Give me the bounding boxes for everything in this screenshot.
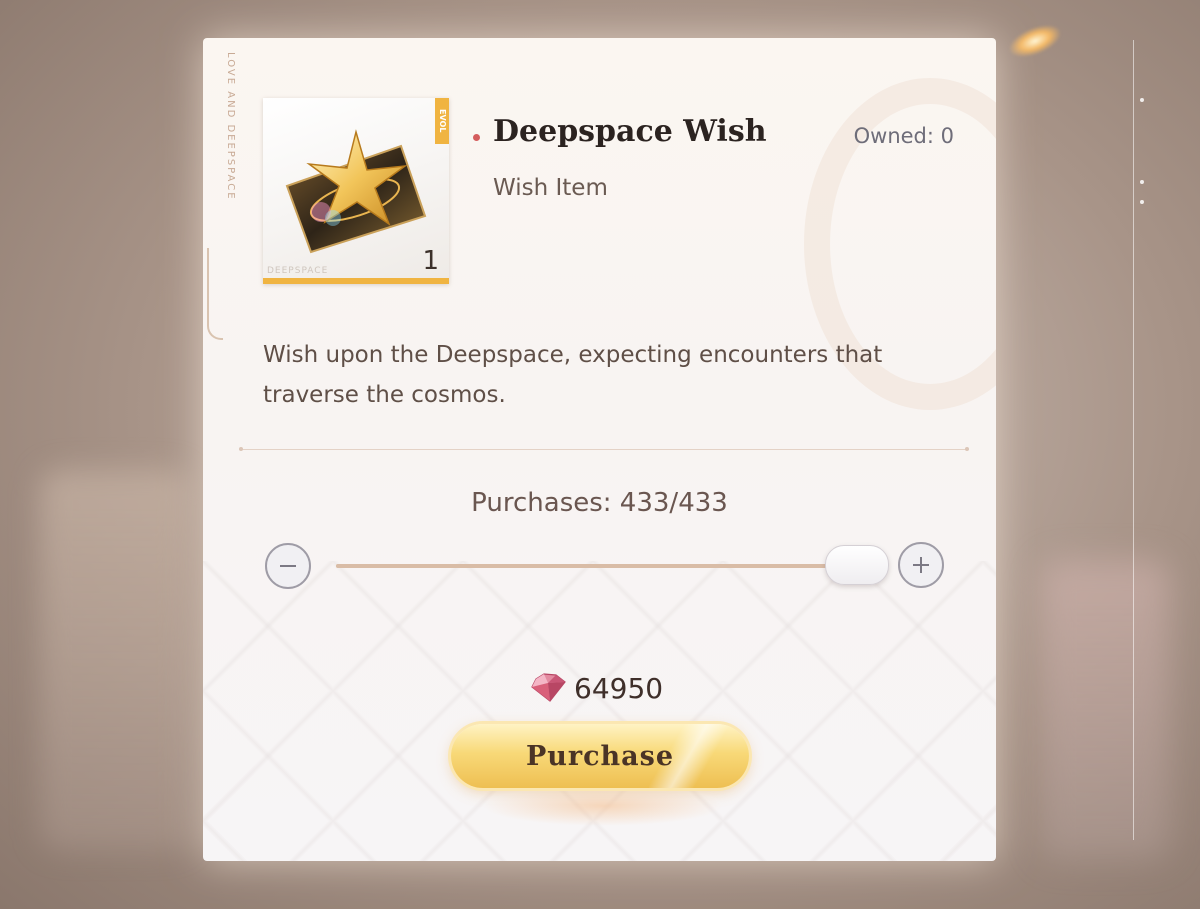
item-title: Deepspace Wish [493,114,767,149]
side-brand-text: LOVE AND DEEPSPACE [225,52,236,201]
decrease-quantity-button[interactable] [265,543,311,589]
background-dot [1140,180,1144,184]
plus-icon [913,557,929,573]
evol-tag: EVOL [435,98,449,144]
price-value: 64950 [574,671,664,705]
section-divider [239,447,969,451]
purchases-label: Purchases: 433/433 [471,488,728,518]
background-dot [1140,200,1144,204]
background-divider-line [1133,40,1134,840]
increase-quantity-button[interactable] [898,542,944,588]
background-dot [1140,98,1144,102]
minus-icon [280,565,296,567]
rarity-stripe [263,278,449,284]
diamond-gem-icon [531,673,566,702]
quantity-slider[interactable] [336,564,856,568]
card-brand-text: DEEPSPACE [267,266,329,276]
price-display: 64950 [530,668,663,708]
purchase-button-label: Purchase [525,740,675,772]
item-type: Wish Item [493,175,608,201]
sparkle-effect [1005,18,1065,64]
item-count: 1 [422,246,439,276]
item-description: Wish upon the Deepspace, expecting encou… [263,342,883,408]
side-bracket-decoration [207,248,223,340]
purchase-button[interactable]: Purchase [451,724,749,788]
purchase-dialog: LOVE AND DEEPSPACE EVOL DEEPSPACE 1 Deep… [203,38,996,861]
slider-thumb[interactable] [825,545,889,585]
owned-count: Owned: 0 [853,124,954,148]
item-card: EVOL DEEPSPACE 1 [263,98,449,284]
background-blur-left [40,470,190,850]
button-glow [483,786,723,826]
wish-ticket-icon [285,129,427,254]
title-bullet-icon [473,134,480,141]
slider-fill [336,564,856,568]
background-blur-right [1040,560,1170,860]
